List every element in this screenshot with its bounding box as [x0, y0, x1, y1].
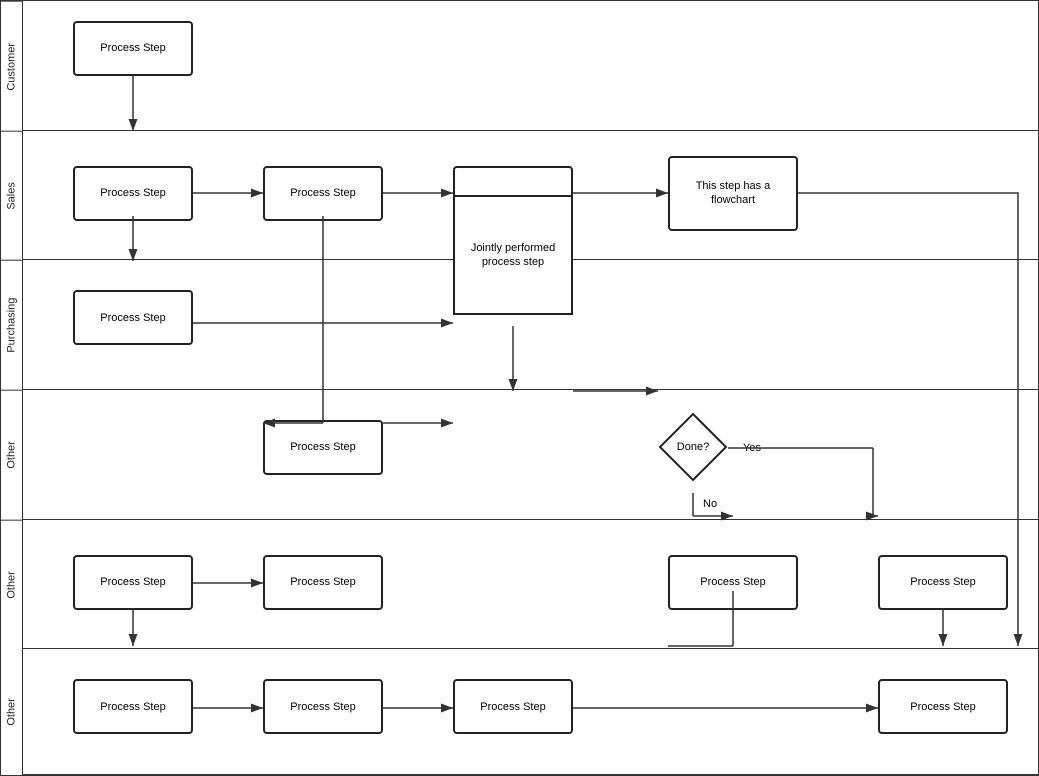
lane-other2: Process Step Process Step Process Step P…	[23, 520, 1038, 650]
box-b5: Process Step	[73, 290, 193, 345]
box-b12: Process Step	[73, 679, 193, 734]
lane-customer: Process Step	[23, 1, 1038, 131]
lane-label-other3: Other	[1, 649, 22, 775]
lane-label-customer: Customer	[1, 1, 22, 131]
diamond-label: Done?	[677, 441, 709, 453]
lane-label-other1: Other	[1, 390, 22, 520]
box-joint-label: Jointly performed process step	[453, 195, 573, 315]
box-b9: Process Step	[263, 555, 383, 610]
diagram-container: Customer Sales Purchasing Other Other Ot…	[0, 0, 1039, 776]
box-b2: Process Step	[73, 166, 193, 221]
lane-labels: Customer Sales Purchasing Other Other Ot…	[1, 1, 23, 775]
box-b1: Process Step	[73, 21, 193, 76]
box-b3: Process Step	[263, 166, 383, 221]
box-b4: This step has a flowchart	[668, 156, 798, 231]
box-b11: Process Step	[878, 555, 1008, 610]
box-b14: Process Step	[453, 679, 573, 734]
lane-label-other2: Other	[1, 520, 22, 650]
box-b10: Process Step	[668, 555, 798, 610]
box-b13: Process Step	[263, 679, 383, 734]
lane-other1: Process Step Done? Yes No	[23, 390, 1038, 520]
box-b7: Process Step	[263, 420, 383, 475]
lane-label-purchasing: Purchasing	[1, 260, 22, 390]
diamond-done: Done?	[658, 412, 728, 482]
lanes-content: Process Step Process Step Process Step T…	[23, 1, 1038, 775]
box-b8: Process Step	[73, 555, 193, 610]
box-b15: Process Step	[878, 679, 1008, 734]
lane-other3: Process Step Process Step Process Step P…	[23, 649, 1038, 775]
lane-label-sales: Sales	[1, 131, 22, 261]
yes-label: Yes	[743, 442, 761, 454]
no-label: No	[703, 498, 717, 510]
lane-purchasing: Process Step Jointly performed process s…	[23, 260, 1038, 390]
